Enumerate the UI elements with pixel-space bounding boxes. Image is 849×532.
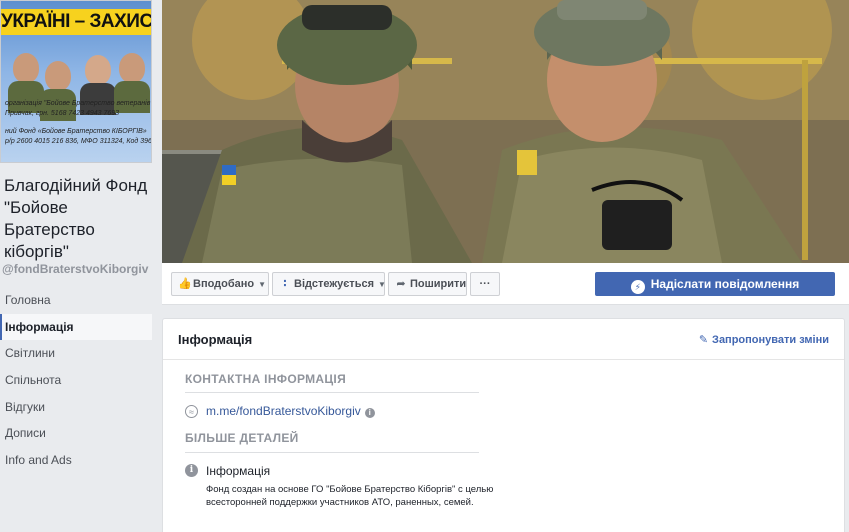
page-name[interactable]: Благодійний Фонд "Бойове Братерство кібо… [4, 175, 156, 263]
profile-banner-text: УКРАЇНІ – ЗАХИСТ [1, 9, 151, 35]
profile-text-line: ний Фонд «Бойове Братерство КІБОРГІВ» [5, 128, 147, 135]
page-action-bar: 👍Вподобано ▼ ∶ Відстежується ▼ ➦ Поширити ··… [162, 263, 849, 305]
nav-item-reviews[interactable]: Відгуки [0, 394, 152, 421]
cover-photo[interactable] [162, 0, 849, 263]
divider [185, 392, 479, 393]
suggest-edits-link[interactable]: ✎ Запропонувати зміни [699, 333, 829, 346]
share-label: Поширити [410, 278, 467, 290]
about-description: Фонд создан на основе ГО "Бойове Братерс… [206, 484, 494, 508]
liked-label: Вподобано [193, 278, 255, 290]
about-label: Інформація [206, 464, 271, 478]
send-message-button[interactable]: ⚡ Надіслати повідомлення [595, 272, 835, 296]
liked-button[interactable]: 👍Вподобано ▼ [171, 272, 269, 296]
soldier-figure [119, 53, 145, 83]
divider [185, 452, 479, 453]
info-icon: i [185, 464, 198, 477]
contact-info-header: КОНТАКТНА ІНФОРМАЦІЯ [185, 372, 346, 386]
messenger-link[interactable]: m.me/fondBraterstvoKiborgiv i [206, 404, 375, 418]
page-nav: Головна Інформація Світлини Спільнота Ві… [0, 287, 152, 474]
soldier-figure [85, 55, 111, 85]
nav-item-info-and-ads[interactable]: Info and Ads [0, 447, 152, 474]
send-message-label: Надіслати повідомлення [650, 277, 800, 291]
info-icon[interactable]: i [364, 408, 375, 418]
suggest-edits-label: Запропонувати зміни [712, 334, 829, 346]
divider [163, 359, 844, 360]
following-label: Відстежується [294, 278, 374, 290]
soldier-figure [45, 61, 71, 91]
nav-item-about[interactable]: Інформація [0, 313, 152, 341]
following-button[interactable]: ∶ Відстежується ▼ [272, 272, 386, 296]
card-title: Інформація [178, 332, 253, 347]
share-button[interactable]: ➦ Поширити [388, 272, 467, 296]
nav-item-posts[interactable]: Дописи [0, 420, 152, 447]
more-options-button[interactable]: ··· [470, 272, 500, 296]
profile-text-line: Привчак, грн. 5168 7423 4943 7693 [5, 110, 120, 117]
rss-icon: ∶ [283, 278, 287, 290]
nav-item-community[interactable]: Спільнота [0, 367, 152, 394]
chevron-down-icon: ▼ [258, 280, 267, 289]
profile-text-line: організація "Бойове Братерство ветеранів… [5, 100, 151, 107]
nav-item-photos[interactable]: Світлини [0, 340, 152, 367]
profile-text-line: р/р 2600 4015 216 836, МФО 311324, Код 3… [5, 138, 151, 145]
messenger-icon: ⚡ [630, 280, 645, 294]
nav-item-home[interactable]: Головна [0, 287, 152, 314]
page-handle[interactable]: @fondBraterstvoKiborgiv [2, 262, 148, 276]
share-arrow-icon: ➦ [396, 278, 406, 290]
pencil-icon: ✎ [698, 334, 709, 346]
left-column: УКРАЇНІ – ЗАХИСТ організація "Бойове Бра… [0, 0, 160, 532]
cover-photo-illustration [162, 0, 849, 263]
more-details-header: БІЛЬШЕ ДЕТАЛЕЙ [185, 431, 299, 445]
about-card: Інформація ✎ Запропонувати зміни КОНТАКТН… [162, 318, 845, 532]
chevron-down-icon: ▼ [378, 280, 386, 289]
messenger-link-text: m.me/fondBraterstvoKiborgiv [206, 404, 361, 418]
thumbs-up-icon: 👍 [178, 278, 192, 290]
soldier-figure [13, 53, 39, 83]
messenger-icon: ≈ [185, 405, 198, 418]
profile-picture[interactable]: УКРАЇНІ – ЗАХИСТ організація "Бойове Бра… [0, 0, 152, 163]
